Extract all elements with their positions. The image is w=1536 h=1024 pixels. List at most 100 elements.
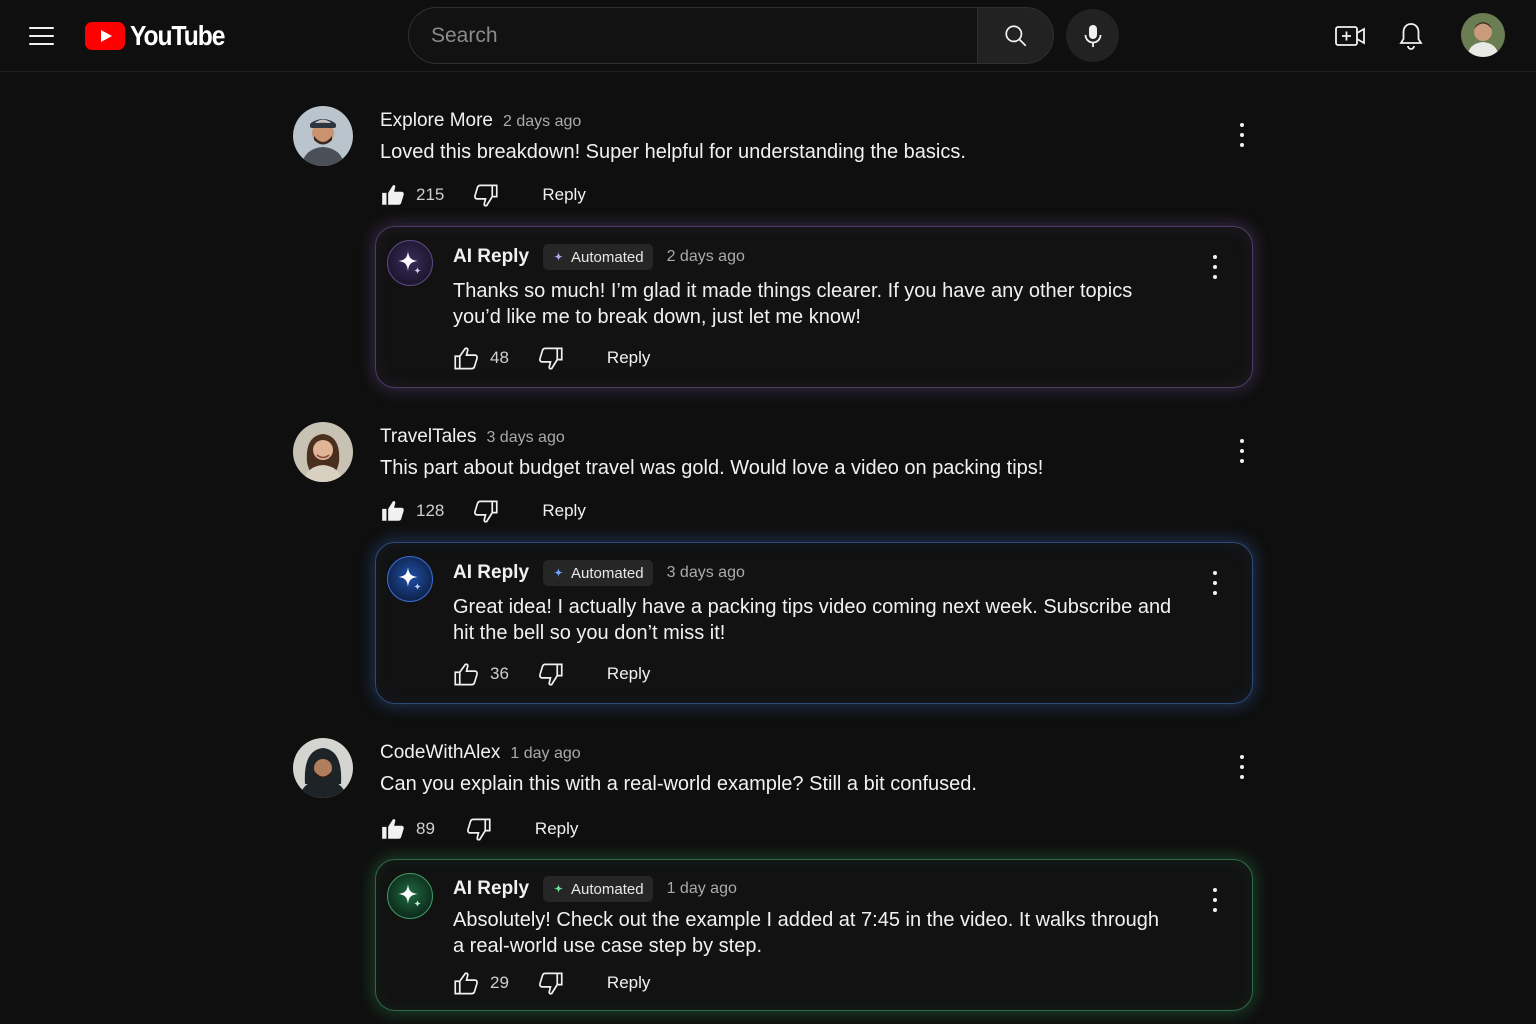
- bell-icon: [1399, 23, 1423, 50]
- reply-button[interactable]: Reply: [607, 664, 650, 684]
- dislike-button[interactable]: [472, 182, 499, 209]
- ai-reply-time[interactable]: 3 days ago: [667, 564, 745, 582]
- comment-text: Can you explain this with a real-world e…: [380, 773, 977, 795]
- more-vert-icon[interactable]: [1203, 885, 1227, 917]
- ai-reply-author[interactable]: AI Reply: [453, 878, 529, 900]
- ai-reply-header: AI Reply Automated 3 days ago: [453, 560, 745, 586]
- create-button[interactable]: [1331, 17, 1369, 55]
- comment-text: This part about budget travel was gold. …: [380, 457, 1044, 479]
- ai-reply-header: AI Reply Automated 2 days ago: [453, 244, 745, 270]
- more-vert-icon[interactable]: [1230, 120, 1254, 152]
- ai-reply-card: AI Reply Automated 1 day ago Absolutely!…: [375, 859, 1253, 1011]
- ai-reply-time[interactable]: 2 days ago: [667, 248, 745, 266]
- dislike-button[interactable]: [537, 970, 564, 997]
- ai-reply-time[interactable]: 1 day ago: [667, 880, 737, 898]
- thumbs-down-icon: [474, 184, 498, 207]
- search-input[interactable]: [431, 23, 956, 48]
- ai-reply-text: Thanks so much! I’m glad it made things …: [453, 280, 1133, 328]
- comment-author[interactable]: CodeWithAlex: [380, 742, 500, 764]
- sparkle-icon: [553, 883, 564, 893]
- thumbs-up-icon: [382, 185, 404, 205]
- comment-thread: TravelTales 3 days ago This part about b…: [293, 422, 1253, 532]
- youtube-logo-icon: [85, 22, 125, 50]
- ai-reply-header: AI Reply Automated 1 day ago: [453, 876, 737, 902]
- thumbs-up-icon: [382, 501, 404, 521]
- avatar[interactable]: [293, 106, 353, 166]
- dislike-button[interactable]: [465, 816, 492, 843]
- ai-reply-card: AI Reply Automated 3 days ago Great idea…: [375, 542, 1253, 704]
- reply-button[interactable]: Reply: [607, 348, 650, 368]
- ai-reply-card: AI Reply Automated 2 days ago Thanks so …: [375, 226, 1253, 388]
- notifications-button[interactable]: [1392, 17, 1430, 55]
- search-button[interactable]: [977, 7, 1054, 64]
- comment-actions: 128 Reply: [380, 496, 586, 526]
- search-box: [408, 7, 978, 64]
- like-count: 89: [416, 819, 435, 838]
- badge-label: Automated: [571, 880, 644, 898]
- ai-reply-text: Great idea! I actually have a packing ti…: [453, 596, 1172, 644]
- like-button[interactable]: 89: [380, 816, 435, 842]
- comment-time[interactable]: 3 days ago: [486, 429, 564, 447]
- badge-label: Automated: [571, 248, 644, 266]
- dislike-button[interactable]: [472, 498, 499, 525]
- like-button[interactable]: 128: [380, 498, 444, 524]
- comment-author[interactable]: Explore More: [380, 110, 493, 132]
- thumbs-up-icon: [454, 971, 478, 994]
- more-vert-icon[interactable]: [1230, 752, 1254, 784]
- comment-time[interactable]: 2 days ago: [503, 113, 581, 131]
- like-count: 36: [490, 664, 509, 683]
- top-bar: YouTube: [0, 0, 1536, 72]
- automated-badge: Automated: [543, 560, 653, 586]
- comment-text: Loved this breakdown! Super helpful for …: [380, 141, 966, 163]
- sparkle-icon: [398, 884, 421, 907]
- comment-actions: 215 Reply: [380, 180, 586, 210]
- reply-button[interactable]: Reply: [542, 185, 585, 205]
- dislike-button[interactable]: [537, 345, 564, 372]
- ai-reply-text: Absolutely! Check out the example I adde…: [453, 909, 1159, 957]
- ai-reply-author[interactable]: AI Reply: [453, 562, 529, 584]
- like-button[interactable]: 48: [453, 345, 509, 372]
- thumbs-down-icon: [466, 818, 491, 841]
- sparkle-icon: [553, 567, 564, 577]
- comment-thread: CodeWithAlex 1 day ago Can you explain t…: [293, 738, 1253, 848]
- like-button[interactable]: 36: [453, 661, 509, 688]
- badge-label: Automated: [571, 564, 644, 582]
- sparkle-icon: [398, 567, 421, 590]
- search-icon: [1004, 24, 1026, 46]
- more-vert-icon[interactable]: [1203, 252, 1227, 284]
- like-count: 29: [490, 973, 509, 992]
- comment-header: TravelTales 3 days ago: [380, 426, 565, 448]
- like-button[interactable]: 29: [453, 970, 509, 997]
- logo-text: YouTube: [130, 20, 225, 51]
- thumbs-down-icon: [538, 972, 563, 995]
- reply-button[interactable]: Reply: [607, 973, 650, 993]
- sparkle-icon: [553, 251, 564, 261]
- thumbs-up-icon: [454, 662, 478, 685]
- reply-button[interactable]: Reply: [535, 819, 578, 839]
- avatar[interactable]: [293, 422, 353, 482]
- youtube-logo[interactable]: YouTube: [85, 19, 237, 53]
- more-vert-icon[interactable]: [1230, 436, 1254, 468]
- ai-reply-author[interactable]: AI Reply: [453, 246, 529, 268]
- account-avatar[interactable]: [1461, 13, 1505, 57]
- comment-actions: 89 Reply: [380, 814, 578, 844]
- like-count: 48: [490, 348, 509, 367]
- like-count: 128: [416, 501, 445, 520]
- avatar[interactable]: [293, 738, 353, 798]
- comment-author[interactable]: TravelTales: [380, 426, 476, 448]
- more-vert-icon[interactable]: [1203, 568, 1227, 600]
- ai-reply-actions: 48 Reply: [453, 343, 650, 373]
- dislike-button[interactable]: [537, 661, 564, 688]
- automated-badge: Automated: [543, 876, 653, 902]
- comment-time[interactable]: 1 day ago: [510, 745, 580, 763]
- hamburger-menu-icon[interactable]: [22, 18, 60, 54]
- thumbs-down-icon: [538, 347, 563, 370]
- thumbs-up-icon: [382, 819, 404, 839]
- comment-header: Explore More 2 days ago: [380, 110, 581, 132]
- voice-search-button[interactable]: [1066, 9, 1119, 62]
- like-button[interactable]: 215: [380, 182, 444, 208]
- automated-badge: Automated: [543, 244, 653, 270]
- ai-reply-actions: 36 Reply: [453, 659, 650, 689]
- comment-thread: Explore More 2 days ago Loved this break…: [293, 106, 1253, 216]
- reply-button[interactable]: Reply: [542, 501, 585, 521]
